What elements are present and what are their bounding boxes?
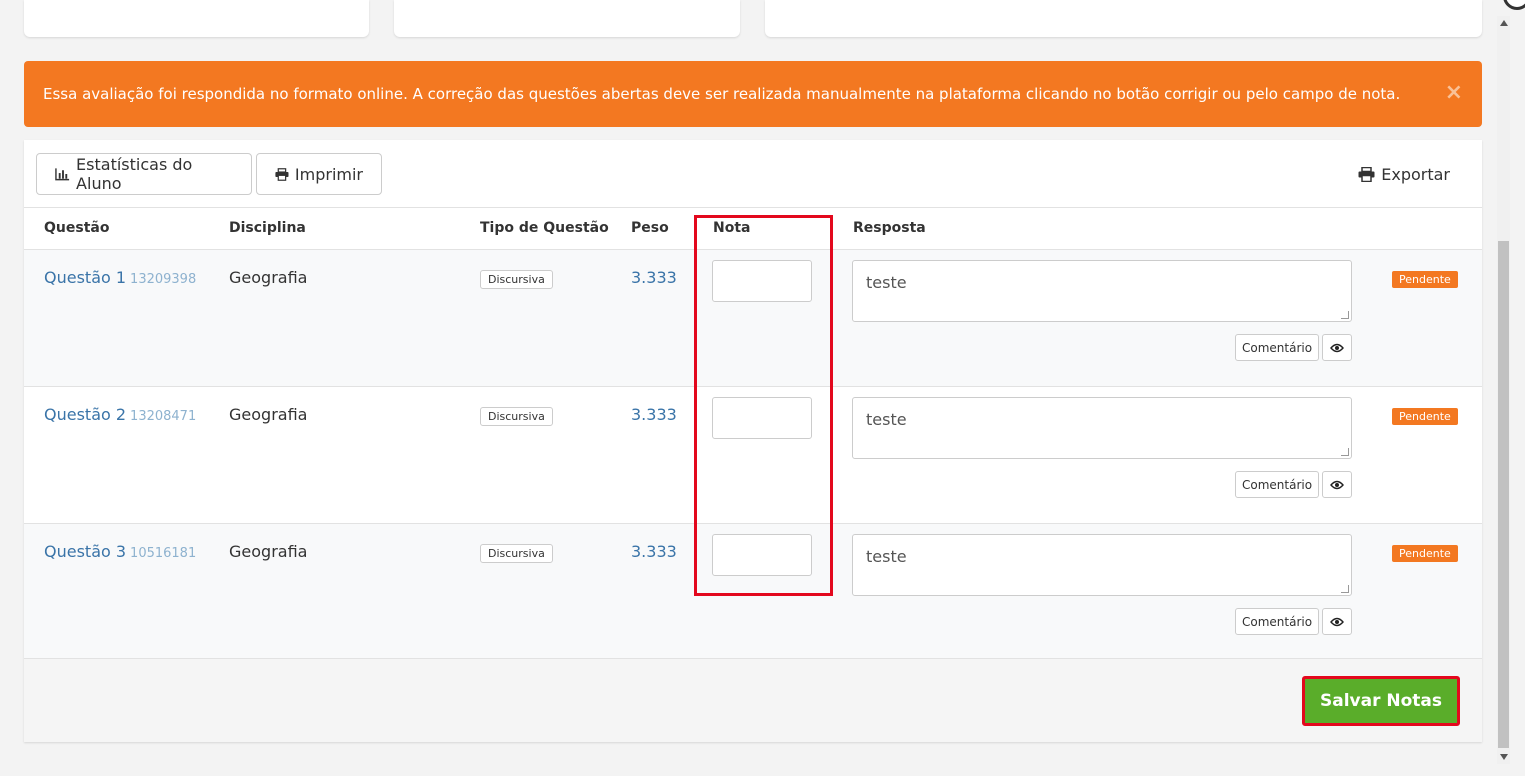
status-badge: Pendente	[1392, 545, 1458, 562]
comment-button[interactable]: Comentário	[1235, 471, 1320, 498]
question-id: 13208471	[130, 409, 197, 424]
header-questao: Questão	[44, 220, 110, 236]
view-button[interactable]	[1322, 471, 1352, 498]
alert-message: Essa avaliação foi respondida no formato…	[43, 85, 1401, 103]
question-title: Questão 2	[44, 405, 127, 424]
eye-icon	[1330, 480, 1344, 489]
summary-card-3	[765, 0, 1482, 37]
student-stats-button[interactable]: Estatísticas do Aluno	[36, 153, 252, 195]
status-badge: Pendente	[1392, 271, 1458, 288]
comment-button[interactable]: Comentário	[1235, 334, 1320, 361]
scroll-down-arrow-icon[interactable]	[1500, 754, 1508, 760]
resize-grip-icon[interactable]	[1341, 448, 1349, 456]
discipline: Geografia	[229, 542, 308, 561]
answer-text: teste	[866, 547, 907, 566]
bar-chart-icon	[55, 168, 70, 181]
online-evaluation-alert: Essa avaliação foi respondida no formato…	[24, 61, 1482, 127]
question-id: 13209398	[130, 272, 197, 287]
header-resposta: Resposta	[853, 220, 926, 236]
question-weight: 3.333	[631, 268, 677, 287]
floating-widget-icon[interactable]	[1503, 0, 1525, 10]
answer-textarea[interactable]: teste	[852, 397, 1352, 459]
header-disciplina: Disciplina	[229, 220, 306, 236]
nota-column-highlight	[694, 215, 833, 596]
resize-grip-icon[interactable]	[1341, 585, 1349, 593]
view-button[interactable]	[1322, 334, 1352, 361]
view-button[interactable]	[1322, 608, 1352, 635]
summary-card-2	[394, 0, 740, 37]
printer-icon	[275, 167, 289, 181]
eye-icon	[1330, 617, 1344, 626]
vertical-scrollbar[interactable]	[1497, 16, 1510, 764]
summary-card-1	[24, 0, 369, 37]
discipline: Geografia	[229, 405, 308, 424]
discipline: Geografia	[229, 268, 308, 287]
question-id: 10516181	[130, 546, 197, 561]
question-link[interactable]: Questão 2 13208471	[44, 405, 196, 424]
answer-textarea[interactable]: teste	[852, 534, 1352, 596]
header-peso: Peso	[631, 220, 669, 236]
question-link[interactable]: Questão 3 10516181	[44, 542, 196, 561]
status-badge: Pendente	[1392, 408, 1458, 425]
question-link[interactable]: Questão 1 13209398	[44, 268, 196, 287]
scrollbar-thumb[interactable]	[1498, 241, 1509, 748]
question-title: Questão 3	[44, 542, 127, 561]
print-button[interactable]: Imprimir	[256, 153, 382, 195]
answer-textarea[interactable]: teste	[852, 260, 1352, 322]
export-label: Exportar	[1381, 164, 1450, 184]
header-tipo: Tipo de Questão	[480, 220, 609, 236]
student-stats-label: Estatísticas do Aluno	[76, 155, 193, 193]
eye-icon	[1330, 343, 1344, 352]
printer-icon	[1358, 166, 1375, 182]
question-weight: 3.333	[631, 542, 677, 561]
panel-footer: Salvar Notas	[24, 658, 1482, 742]
question-title: Questão 1	[44, 268, 127, 287]
comment-button[interactable]: Comentário	[1235, 608, 1320, 635]
close-icon[interactable]: ×	[1445, 80, 1463, 105]
question-type-badge: Discursiva	[480, 270, 553, 289]
answer-text: teste	[866, 273, 907, 292]
export-button[interactable]: Exportar	[1348, 153, 1460, 195]
answer-text: teste	[866, 410, 907, 429]
save-grades-button[interactable]: Salvar Notas	[1302, 676, 1460, 726]
print-label: Imprimir	[294, 164, 363, 184]
question-weight: 3.333	[631, 405, 677, 424]
question-type-badge: Discursiva	[480, 544, 553, 563]
resize-grip-icon[interactable]	[1341, 311, 1349, 319]
question-type-badge: Discursiva	[480, 407, 553, 426]
scroll-up-arrow-icon[interactable]	[1500, 20, 1508, 26]
